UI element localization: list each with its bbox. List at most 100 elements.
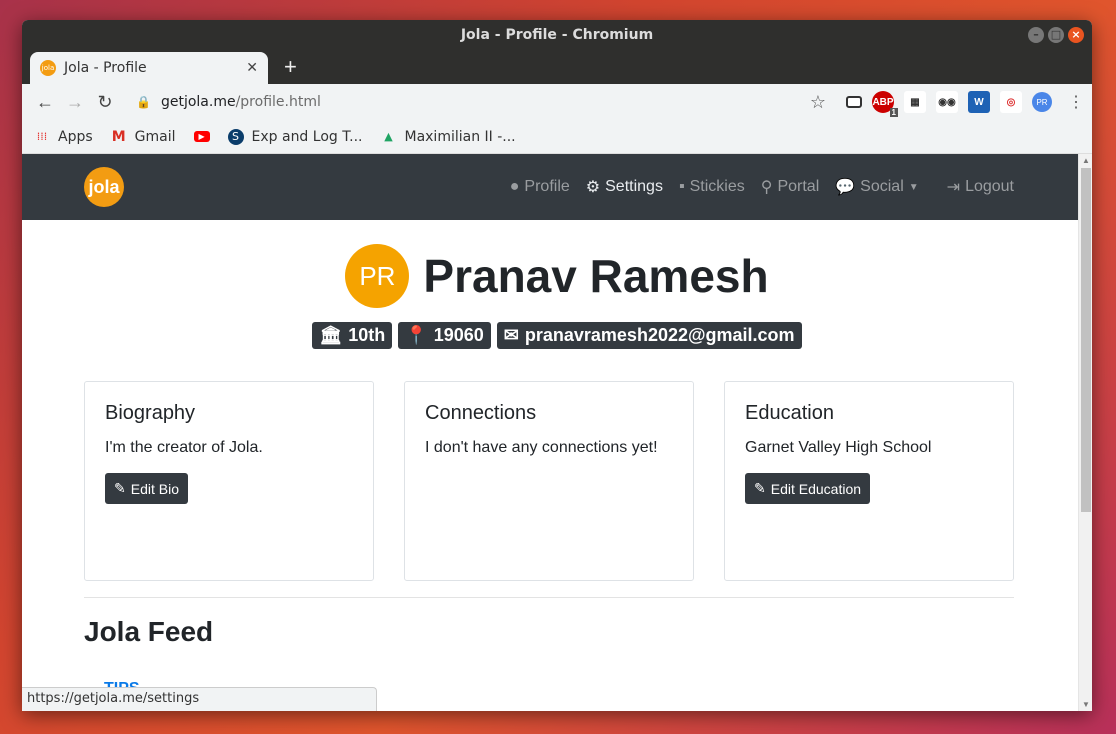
button-label: Edit Bio (130, 480, 179, 497)
profile-cards: Biography I'm the creator of Jola. ✎ Edit… (84, 381, 1092, 581)
adblock-count-badge: 1 (889, 108, 898, 117)
card-title: Biography (105, 402, 196, 424)
tab-strip: jola Jola - Profile ✕ + (22, 50, 1092, 84)
nav-label: Social (860, 178, 904, 195)
bookmarks-bar: ⁞⁞⁞ Apps M Gmail ▶ S Exp and Log T... ▲ … (22, 120, 1092, 154)
profile-badges: 🏛 10th 📍 19060 ✉ pranavramesh2022@gmail.com (22, 322, 1092, 349)
url-host: getjola.me (160, 94, 236, 110)
card-title: Education (745, 402, 834, 424)
nav-label: Logout (965, 178, 1014, 195)
owl-extension-icon[interactable]: ◉◉ (936, 91, 958, 113)
profile-avatar: PR (345, 244, 410, 308)
bookmark-label: Apps (58, 128, 93, 145)
bookmark-gmail[interactable]: M Gmail (111, 129, 176, 145)
sign-out-icon: ⇥ (946, 179, 961, 196)
profile-avatar-icon[interactable]: PR (1032, 92, 1052, 112)
bookmark-label: Gmail (134, 128, 176, 145)
reload-button[interactable]: ↻ (90, 92, 120, 113)
new-tab-button[interactable]: + (284, 54, 297, 80)
forward-button[interactable]: → (60, 92, 90, 113)
browser-toolbar: ← → ↻ 🔒 getjola.me/profile.html ☆ ABP 1 ▦… (22, 84, 1092, 120)
page-viewport: jola ● Profile ⚙ Settings ▪ Stickies ⚲ Porta… (22, 154, 1092, 711)
picture-in-picture-icon[interactable] (846, 96, 862, 108)
youtube-icon: ▶ (193, 131, 210, 142)
apps-grid-icon: ⁞⁞⁞ (36, 130, 48, 143)
scroll-up-icon[interactable]: ▲ (1079, 156, 1092, 165)
back-button[interactable]: ← (30, 92, 60, 113)
gear-icon: ⚙ (585, 179, 601, 196)
card-title: Connections (425, 402, 537, 424)
scroll-down-icon[interactable]: ▼ (1079, 700, 1092, 709)
card-text: I don't have any connections yet! (425, 439, 658, 456)
word-icon[interactable]: W (968, 91, 990, 113)
zip-badge: 📍 19060 (398, 322, 491, 349)
jola-favicon-icon: jola (40, 60, 56, 76)
bookmark-youtube[interactable]: ▶ (193, 131, 210, 142)
feed-title: Jola Feed (84, 616, 214, 647)
badge-text: 10th (348, 325, 386, 345)
qr-code-icon[interactable]: ▦ (904, 91, 926, 113)
nav-logout[interactable]: ⇥ Logout (947, 177, 1014, 197)
nav-label: Stickies (689, 178, 745, 195)
badge-text: 19060 (433, 325, 484, 345)
connections-card: Connections I don't have any connections… (404, 381, 694, 581)
address-bar[interactable]: 🔒 getjola.me/profile.html ☆ (128, 87, 846, 117)
tab-jola-profile[interactable]: jola Jola - Profile ✕ (30, 52, 268, 84)
profile-name: Pranav Ramesh (423, 250, 769, 302)
email-badge: ✉ pranavramesh2022@gmail.com (496, 322, 802, 349)
tab-title: Jola - Profile (64, 60, 147, 76)
bookmark-label: Maximilian II -... (404, 128, 516, 145)
button-label: Edit Education (770, 480, 862, 497)
minimize-button[interactable]: – (1028, 27, 1044, 43)
card-text: I'm the creator of Jola. (105, 439, 263, 456)
more-menu-icon[interactable]: ⋮ (1068, 92, 1084, 112)
section-divider (84, 597, 1014, 598)
lock-icon: 🔒 (136, 95, 151, 109)
nav-label: Profile (524, 178, 570, 195)
envelope-icon: ✉ (503, 325, 519, 345)
nav-portal[interactable]: ⚲ Portal (761, 177, 820, 197)
map-marker-icon: 📍 (405, 325, 428, 345)
gmail-icon: M (111, 128, 126, 145)
bookmark-label: Exp and Log T... (251, 128, 363, 145)
bookmark-apps[interactable]: ⁞⁞⁞ Apps (34, 129, 93, 145)
page-scrollbar[interactable]: ▲ ▼ (1078, 154, 1092, 711)
nav-settings[interactable]: ⚙ Settings (586, 177, 663, 197)
site-navbar: jola ● Profile ⚙ Settings ▪ Stickies ⚲ Porta… (22, 154, 1092, 220)
nav-social[interactable]: 💬 Social ▼ (835, 177, 918, 197)
window-titlebar: Jola - Profile - Chromium – □ × (22, 20, 1092, 50)
adblock-icon[interactable]: ABP 1 (872, 91, 898, 117)
edit-bio-button[interactable]: ✎ Edit Bio (105, 473, 188, 504)
nav-label: Settings (605, 178, 663, 195)
scroll-thumb[interactable] (1081, 168, 1091, 512)
close-window-button[interactable]: × (1068, 27, 1084, 43)
edit-education-button[interactable]: ✎ Edit Education (745, 473, 871, 504)
maximize-button[interactable]: □ (1048, 27, 1064, 43)
pencil-icon: ✎ (114, 480, 126, 496)
education-card: Education Garnet Valley High School ✎ Edi… (724, 381, 1014, 581)
profile-header: PR Pranav Ramesh (22, 244, 1092, 308)
nav-stickies[interactable]: ▪ Stickies (679, 178, 745, 196)
bookmark-maximilian[interactable]: ▲ Maximilian II -... (380, 129, 515, 145)
drive-icon: ▲ (384, 130, 393, 143)
search-icon: ⚲ (760, 179, 773, 196)
screen-record-icon[interactable]: ◎ (1000, 91, 1022, 113)
url-path: /profile.html (235, 94, 321, 110)
biography-card: Biography I'm the creator of Jola. ✎ Edit… (84, 381, 374, 581)
window-title: Jola - Profile - Chromium (460, 27, 654, 43)
institution-icon: 🏛 (319, 325, 343, 345)
badge-text: pranavramesh2022@gmail.com (524, 325, 795, 345)
status-bar-url: https://getjola.me/settings (22, 687, 377, 711)
nav-profile[interactable]: ● Profile (510, 178, 570, 196)
browser-window: Jola - Profile - Chromium – □ × jola Jol… (22, 20, 1092, 711)
user-circle-icon: ● (509, 178, 520, 195)
close-tab-icon[interactable]: ✕ (246, 60, 258, 76)
bookmark-star-icon[interactable]: ☆ (810, 92, 826, 113)
jola-logo[interactable]: jola (84, 167, 124, 207)
nav-label: Portal (777, 178, 820, 195)
grade-badge: 🏛 10th (312, 322, 393, 349)
pencil-icon: ✎ (754, 480, 766, 496)
sticky-note-icon: ▪ (678, 178, 685, 195)
card-text: Garnet Valley High School (745, 439, 932, 456)
bookmark-exp-log[interactable]: S Exp and Log T... (227, 128, 363, 145)
